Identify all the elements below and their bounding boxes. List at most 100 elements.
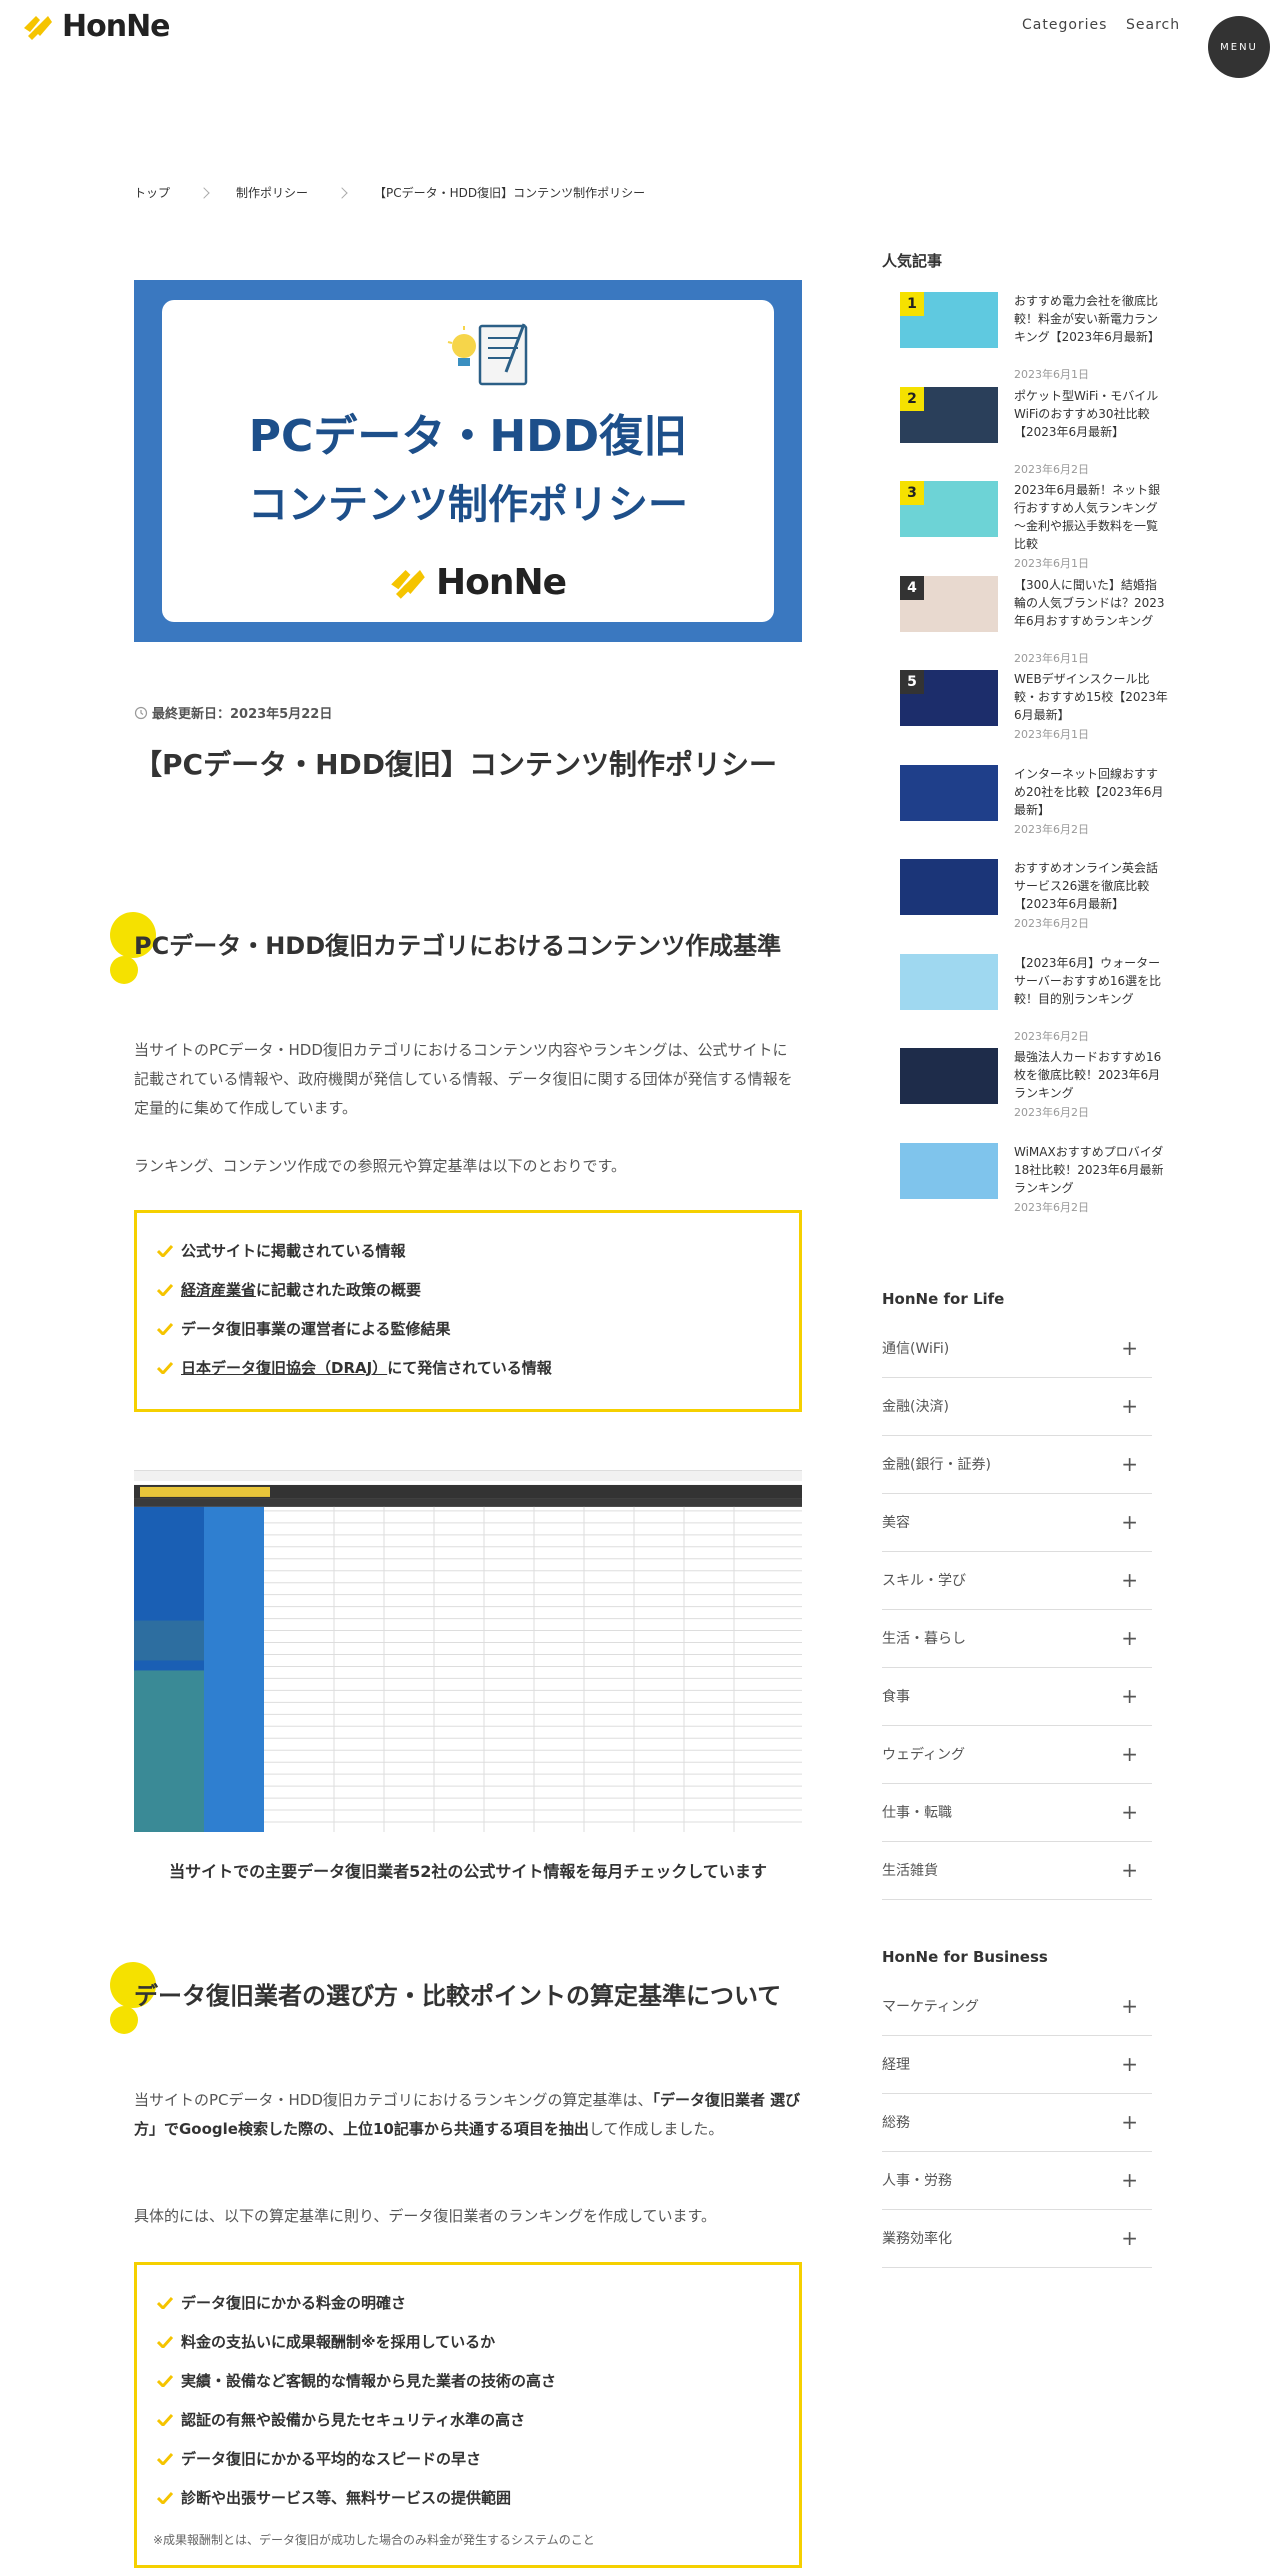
plus-icon[interactable]: + — [1121, 1996, 1138, 2016]
check-icon — [157, 1283, 173, 1296]
category-label: 金融(銀行・証券) — [882, 1457, 991, 1473]
plus-icon[interactable]: + — [1121, 1570, 1138, 1590]
plus-icon[interactable]: + — [1121, 1512, 1138, 1532]
article-date: 2023年6月2日 — [1014, 462, 1089, 476]
plus-icon[interactable]: + — [1121, 2170, 1138, 2190]
hero-image: PCデータ・HDD復旧 コンテンツ制作ポリシー HonNe — [134, 280, 802, 642]
popular-article[interactable]: おすすめオンライン英会話サービス26選を徹底比較【2023年6月最新】 2023年… — [900, 859, 1160, 939]
plus-icon[interactable]: + — [1121, 1396, 1138, 1416]
site-logo[interactable]: HonNe — [18, 6, 171, 46]
popular-article[interactable]: 最強法人カードおすすめ16枚を徹底比較！2023年6月ランキング 2023年6月2… — [900, 1048, 1161, 1128]
category-label: 美容 — [882, 1515, 910, 1531]
popular-article[interactable]: 2 ポケット型WiFi・モバイルWiFiのおすすめ30社比較【2023年6月最新】… — [900, 386, 1160, 476]
category-label: 総務 — [882, 2115, 910, 2131]
category-item[interactable]: 生活・暮らし + — [882, 1610, 1152, 1668]
check-icon — [157, 1322, 173, 1335]
category-item[interactable]: 美容 + — [882, 1494, 1152, 1552]
category-item[interactable]: マーケティング + — [882, 1978, 1152, 2036]
popular-article[interactable]: 3 2023年6月最新！ネット銀行おすすめ人気ランキング～金利や振込手数料を一覧比… — [900, 481, 1160, 570]
para-text: 当サイトのPCデータ・HDD復旧カテゴリにおけるランキングの算定基準は、 — [134, 2091, 653, 2109]
category-item[interactable]: 金融(決済) + — [882, 1378, 1152, 1436]
check-icon — [157, 2296, 173, 2309]
category-item[interactable]: 食事 + — [882, 1668, 1152, 1726]
category-item[interactable]: 仕事・転職 + — [882, 1784, 1152, 1842]
article-title-link[interactable]: WiMAXおすすめプロバイダ18社比較！2023年6月最新ランキング — [1014, 1143, 1168, 1197]
breadcrumb-current: 【PCデータ・HDD復旧】コンテンツ制作ポリシー — [374, 186, 646, 200]
category-label: 仕事・転職 — [882, 1805, 952, 1821]
category-item[interactable]: 業務効率化 + — [882, 2210, 1152, 2268]
article-date: 2023年6月1日 — [1014, 728, 1089, 741]
category-label: スキル・学び — [882, 1573, 966, 1589]
meti-link[interactable]: 経済産業省 — [181, 1279, 256, 1300]
hero-logo-text: HonNe — [436, 561, 567, 603]
category-item[interactable]: 生活雑貨 + — [882, 1842, 1152, 1900]
hero-title-line2: コンテンツ制作ポリシー — [248, 482, 688, 528]
popular-article[interactable]: WiMAXおすすめプロバイダ18社比較！2023年6月最新ランキング 2023年6… — [900, 1142, 1163, 1223]
popular-article[interactable]: インターネット回線おすすめ20社を比較【2023年6月最新】 2023年6月2日 — [900, 764, 1163, 845]
article-thumbnail[interactable] — [900, 953, 998, 1010]
checklist-item-text: にて発信されている情報 — [387, 1359, 552, 1377]
plus-icon[interactable]: + — [1121, 1454, 1138, 1474]
category-item[interactable]: ウェディング + — [882, 1726, 1152, 1784]
popular-article[interactable]: 【2023年6月】ウォーターサーバーおすすめ16選を比較！目的別ランキング 202… — [900, 953, 1161, 1043]
category-item[interactable]: 通信(WiFi) + — [882, 1320, 1152, 1378]
popular-article[interactable]: 4 【300人に聞いた】結婚指輪の人気ブランドは？2023年6月おすすめランキング… — [900, 575, 1165, 665]
popular-article[interactable]: 5 WEBデザインスクール比較・おすすめ15校【2023年6月最新】 2023年6月… — [900, 670, 1168, 750]
nav-search[interactable]: Search — [1126, 17, 1180, 33]
article-title-link[interactable]: おすすめ電力会社を徹底比較！料金が安い新電力ランキング【2023年6月最新】 — [1014, 292, 1168, 346]
category-label: ウェディング — [882, 1747, 966, 1763]
category-label: 生活雑貨 — [882, 1863, 938, 1879]
category-item[interactable]: 総務 + — [882, 2094, 1152, 2152]
category-item[interactable]: 金融(銀行・証券) + — [882, 1436, 1152, 1494]
spreadsheet-caption: 当サイトでの主要データ復旧業者52社の公式サイト情報を毎月チェックしています — [169, 1862, 767, 1881]
checklist-item: 料金の支払いに成果報酬制※を採用しているか — [157, 2331, 495, 2352]
business-heading: HonNe for Business — [882, 1948, 1048, 1966]
article-thumbnail[interactable] — [900, 1142, 998, 1199]
plus-icon[interactable]: + — [1121, 1744, 1138, 1764]
draj-link[interactable]: 日本データ復旧協会（DRAJ） — [181, 1357, 387, 1378]
plus-icon[interactable]: + — [1121, 2054, 1138, 2074]
hero-card: PCデータ・HDD復旧 コンテンツ制作ポリシー HonNe — [162, 300, 774, 622]
plus-icon[interactable]: + — [1121, 2228, 1138, 2248]
checklist-item: 認証の有無や設備から見たセキュリティ水準の高さ — [157, 2409, 525, 2430]
checklist-item-text: 公式サイトに掲載されている情報 — [181, 1242, 406, 1260]
article-title-link[interactable]: おすすめオンライン英会話サービス26選を徹底比較【2023年6月最新】 — [1014, 859, 1168, 913]
article-title-link[interactable]: ポケット型WiFi・モバイルWiFiのおすすめ30社比較【2023年6月最新】 — [1014, 387, 1168, 441]
checklist-item-text: 診断や出張サービス等、無料サービスの提供範囲 — [181, 2489, 512, 2507]
article-date: 2023年6月1日 — [1014, 651, 1089, 665]
plus-icon[interactable]: + — [1121, 2112, 1138, 2132]
article-date: 2023年6月2日 — [1014, 1029, 1089, 1043]
popular-article[interactable]: 1 おすすめ電力会社を徹底比較！料金が安い新電力ランキング【2023年6月最新】 2… — [900, 292, 1160, 381]
section-heading-ranking-criteria: データ復旧業者の選び方・比較ポイントの算定基準について — [134, 1982, 782, 2010]
article-thumbnail[interactable] — [900, 764, 998, 821]
plus-icon[interactable]: + — [1121, 1628, 1138, 1648]
article-title-link[interactable]: WEBデザインスクール比較・おすすめ15校【2023年6月最新】 — [1014, 670, 1168, 724]
plus-icon[interactable]: + — [1121, 1338, 1138, 1358]
category-item[interactable]: スキル・学び + — [882, 1552, 1152, 1610]
checklist-item-text: 実績・設備など客観的な情報から見た業者の技術の高さ — [181, 2372, 557, 2390]
category-item[interactable]: 経理 + — [882, 2036, 1152, 2094]
last-updated: 最終更新日：2023年5月22日 — [134, 703, 332, 722]
breadcrumb-policy[interactable]: 制作ポリシー — [236, 184, 308, 201]
article-thumbnail[interactable] — [900, 1048, 998, 1104]
article-title-link[interactable]: 最強法人カードおすすめ16枚を徹底比較！2023年6月ランキング — [1014, 1048, 1168, 1102]
category-label: 金融(決済) — [882, 1399, 949, 1415]
article-thumbnail[interactable] — [900, 859, 998, 915]
category-label: 業務効率化 — [882, 2231, 952, 2247]
article-title-link[interactable]: 【300人に聞いた】結婚指輪の人気ブランドは？2023年6月おすすめランキング — [1014, 576, 1168, 630]
category-item[interactable]: 人事・労務 + — [882, 2152, 1152, 2210]
clock-icon — [134, 706, 148, 719]
plus-icon[interactable]: + — [1121, 1860, 1138, 1880]
checklist-item-text: に記載された政策の概要 — [256, 1281, 422, 1299]
rank-badge: 1 — [900, 292, 924, 316]
menu-button[interactable]: MENU — [1208, 16, 1270, 78]
nav-categories[interactable]: Categories — [1022, 17, 1107, 33]
chevron-right-icon — [336, 186, 348, 199]
check-icon — [157, 1244, 173, 1257]
plus-icon[interactable]: + — [1121, 1802, 1138, 1822]
plus-icon[interactable]: + — [1121, 1686, 1138, 1706]
article-title-link[interactable]: 2023年6月最新！ネット銀行おすすめ人気ランキング～金利や振込手数料を一覧比較 — [1014, 481, 1168, 553]
breadcrumb-home[interactable]: トップ — [134, 184, 170, 201]
article-title-link[interactable]: 【2023年6月】ウォーターサーバーおすすめ16選を比較！目的別ランキング — [1014, 954, 1168, 1008]
article-title-link[interactable]: インターネット回線おすすめ20社を比較【2023年6月最新】 — [1014, 765, 1168, 819]
